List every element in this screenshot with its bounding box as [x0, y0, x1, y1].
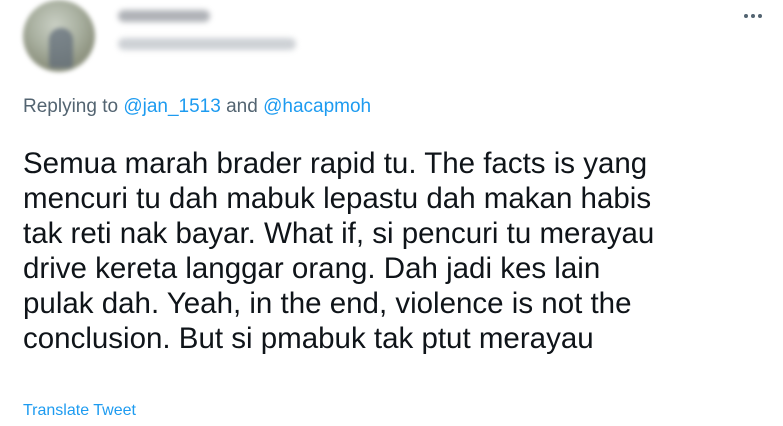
tweet-header [0, 0, 783, 80]
replying-to-conjunction: and [220, 96, 264, 117]
tweet-text: Semua marah brader rapid tu. The facts i… [23, 146, 773, 356]
replying-to-prefix: Replying to [23, 96, 124, 117]
tweet-text-line: Semua marah brader rapid tu. The facts i… [23, 147, 648, 180]
more-horizontal-icon [751, 14, 755, 18]
tweet-text-line: mencuri tu dah mabuk lepastu dah makan h… [23, 182, 652, 215]
translate-tweet-link[interactable]: Translate Tweet [23, 402, 136, 420]
username-blurred[interactable] [118, 38, 296, 50]
mention-link-hacapmoh[interactable]: @hacapmoh [263, 96, 371, 117]
more-options-button[interactable] [737, 6, 769, 26]
tweet-text-line: conclusion. But si pmabuk tak ptut meray… [23, 322, 594, 355]
more-horizontal-icon [758, 14, 762, 18]
tweet-text-line: pulak dah. Yeah, in the end, violence is… [23, 287, 632, 320]
tweet-text-line: tak reti nak bayar. What if, si pencuri … [23, 217, 655, 250]
avatar[interactable] [23, 0, 95, 72]
replying-to: Replying to @jan_1513 and @hacapmoh [23, 96, 371, 118]
more-horizontal-icon [744, 14, 748, 18]
mention-link-jan-1513[interactable]: @jan_1513 [123, 96, 220, 117]
tweet-text-line: drive kereta langgar orang. Dah jadi kes… [23, 252, 601, 285]
display-name-blurred[interactable] [118, 10, 210, 22]
